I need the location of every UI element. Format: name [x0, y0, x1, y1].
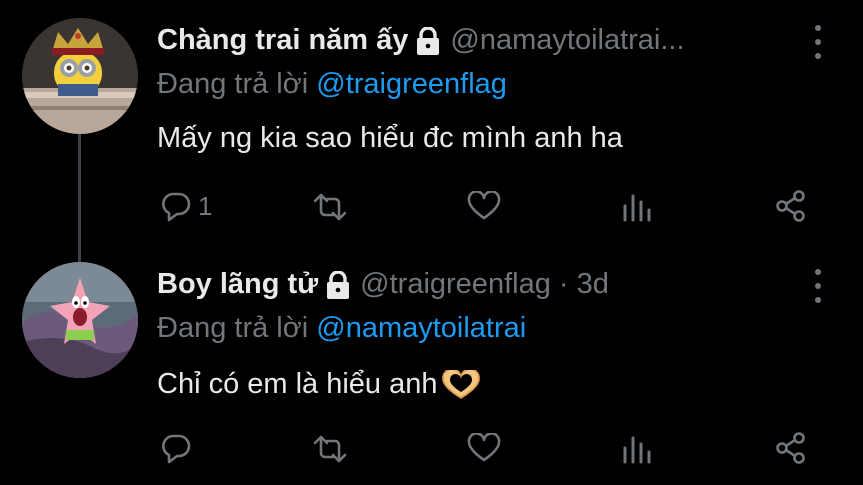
share-button[interactable]	[775, 190, 807, 222]
reply-prefix: Đang trả lời	[157, 68, 317, 100]
avatar[interactable]	[22, 18, 138, 134]
reply-icon	[160, 190, 192, 222]
like-icon	[467, 433, 501, 463]
handle[interactable]: @namaytoilatrai...	[450, 24, 684, 57]
more-icon[interactable]	[808, 269, 828, 303]
reply-mention[interactable]: @namaytoilatrai	[316, 312, 526, 344]
heart-hands-emoji	[440, 369, 482, 400]
like-button[interactable]	[467, 433, 501, 463]
reply-button[interactable]: 1	[160, 190, 212, 222]
views-icon	[622, 434, 652, 464]
handle[interactable]: @traigreenflag · 3d	[360, 268, 609, 301]
like-icon	[467, 191, 501, 221]
more-icon[interactable]	[808, 25, 828, 59]
retweet-icon	[311, 434, 349, 464]
action-bar	[0, 430, 863, 470]
reply-prefix: Đang trả lời	[157, 312, 317, 344]
views-button[interactable]	[622, 434, 652, 464]
like-button[interactable]	[467, 191, 501, 221]
retweet-button[interactable]	[311, 192, 349, 222]
views-icon	[622, 192, 652, 222]
lock-icon	[416, 26, 440, 55]
action-bar: 1	[0, 188, 863, 228]
avatar[interactable]	[22, 262, 138, 378]
share-icon	[775, 190, 807, 222]
retweet-button[interactable]	[311, 434, 349, 464]
tweet[interactable]: Boy lãng tử @traigreenflag · 3d Đang trả…	[0, 250, 863, 485]
share-icon	[775, 432, 807, 464]
tweet[interactable]: Chàng trai năm ấy @namaytoilatrai... Đan…	[0, 0, 863, 262]
tweet-text-row: Chỉ có em là hiểu anh	[157, 368, 482, 401]
retweet-icon	[311, 192, 349, 222]
lock-icon	[326, 270, 350, 299]
display-name[interactable]: Chàng trai năm ấy	[157, 24, 408, 57]
tweet-text: Mấy ng kia sao hiểu đc mình anh ha	[157, 122, 623, 154]
reply-mention[interactable]: @traigreenflag	[316, 68, 507, 100]
tweet-header: Chàng trai năm ấy @namaytoilatrai...	[157, 24, 685, 57]
reply-context: Đang trả lời @namaytoilatrai	[157, 312, 526, 345]
share-button[interactable]	[775, 432, 807, 464]
reply-context: Đang trả lời @traigreenflag	[157, 68, 507, 101]
views-button[interactable]	[622, 192, 652, 222]
reply-button[interactable]	[160, 432, 198, 464]
reply-icon	[160, 432, 192, 464]
display-name[interactable]: Boy lãng tử	[157, 268, 318, 301]
tweet-text: Chỉ có em là hiểu anh	[157, 368, 438, 400]
tweet-header: Boy lãng tử @traigreenflag · 3d	[157, 268, 609, 301]
reply-count: 1	[198, 190, 213, 221]
